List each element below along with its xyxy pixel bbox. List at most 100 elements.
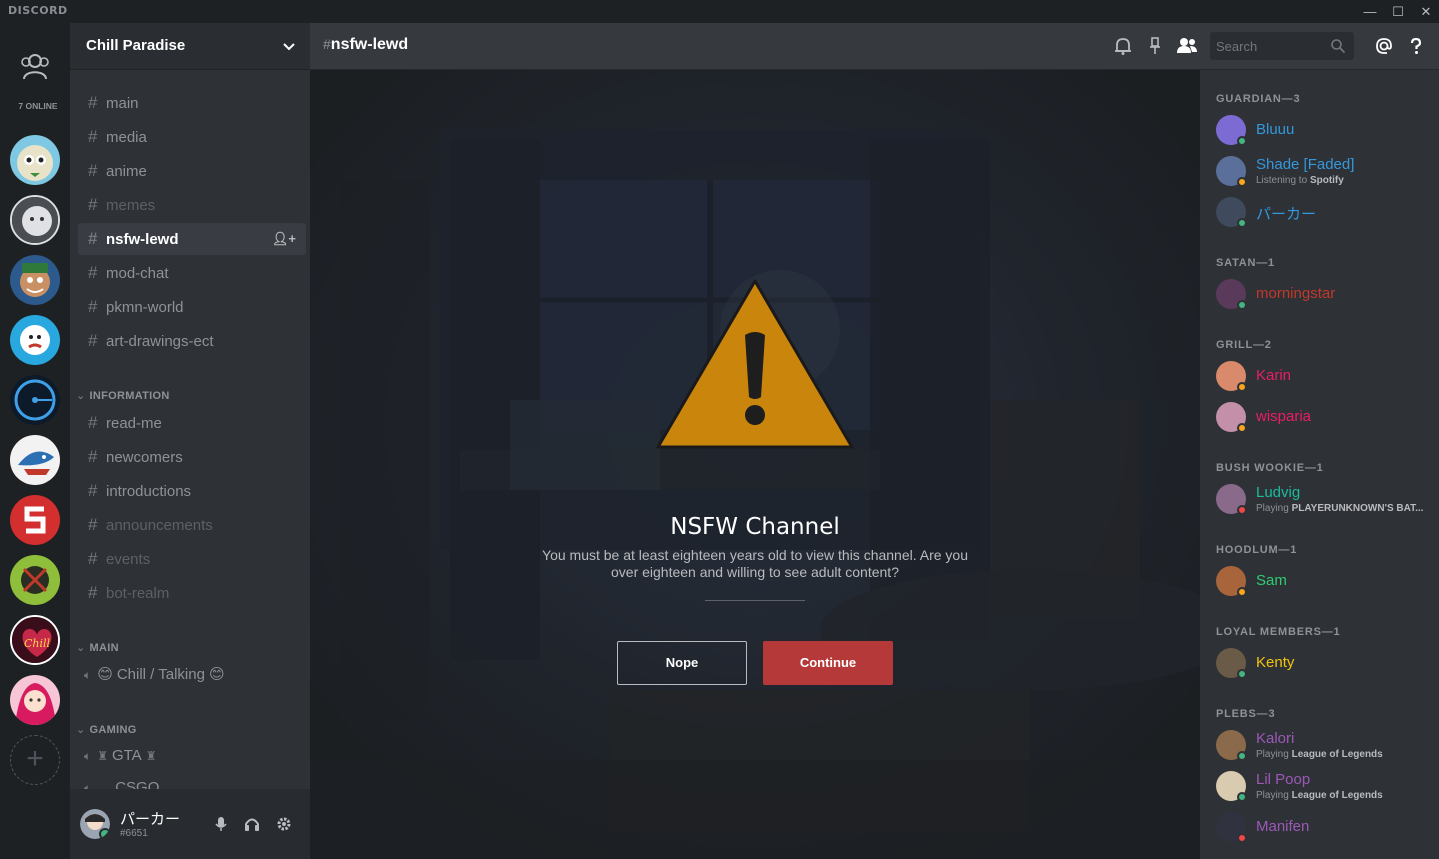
member-item[interactable]: Kalori Playing League of Legends xyxy=(1216,730,1436,766)
channel-memes[interactable]: # memes xyxy=(78,189,306,221)
member-item[interactable]: Bluuu xyxy=(1216,115,1436,151)
server-icon-cartoon[interactable] xyxy=(10,255,60,305)
channel-title: #nsfw-lewd xyxy=(323,36,409,53)
channel-art-drawings-ect[interactable]: # art-drawings-ect xyxy=(78,325,306,357)
member-name: Lil Poop xyxy=(1256,771,1311,788)
friends-button[interactable] xyxy=(17,49,53,85)
server-icon-anime-girl[interactable] xyxy=(10,675,60,725)
speaker-icon: 🔈︎ xyxy=(84,668,92,682)
server-icon-bird[interactable] xyxy=(10,315,60,365)
member-item[interactable]: Sam xyxy=(1216,566,1436,602)
channel-anime[interactable]: # anime xyxy=(78,155,306,187)
chevron-down-icon xyxy=(283,43,295,51)
voice-channel-csgo[interactable]: 🔈︎ CSGO xyxy=(84,779,159,789)
headphones-icon[interactable] xyxy=(243,815,261,833)
server-icon-ghost[interactable] xyxy=(10,195,60,245)
minimize-button[interactable]: — xyxy=(1357,2,1383,22)
nope-button[interactable]: Nope xyxy=(617,641,747,685)
member-item[interactable]: Kenty xyxy=(1216,648,1436,684)
member-category: HOODLUM—1 xyxy=(1216,544,1298,556)
gear-icon[interactable] xyxy=(275,815,293,833)
nsfw-gate: NSFW Channel You must be at least eighte… xyxy=(310,70,1200,859)
maximize-button[interactable]: ☐ xyxy=(1385,2,1411,22)
server-icon-s-logo[interactable] xyxy=(10,495,60,545)
friends-icon xyxy=(21,54,49,80)
user-panel: パーカー #6651 xyxy=(70,789,310,859)
hash-icon: # xyxy=(88,481,98,500)
channel-label: art-drawings-ect xyxy=(106,333,214,350)
member-item[interactable]: Ludvig Playing PLAYERUNKNOWN'S BAT... xyxy=(1216,484,1436,520)
nsfw-title: NSFW Channel xyxy=(670,514,840,540)
discord-window: DISCORD — ☐ ✕ 7 ONLINE Chill + Chill Par… xyxy=(0,0,1439,859)
channel-nsfw-lewd[interactable]: # nsfw-lewd 👤︎+ xyxy=(78,223,306,255)
channel-introductions[interactable]: # introductions xyxy=(78,475,306,507)
channel-label: announcements xyxy=(106,517,213,534)
continue-button[interactable]: Continue xyxy=(763,641,893,685)
member-item[interactable]: Lil Poop Playing League of Legends xyxy=(1216,771,1436,807)
search-input[interactable]: Search xyxy=(1210,32,1354,60)
channel-bot-realm[interactable]: # bot-realm xyxy=(78,577,306,609)
channel-label: main xyxy=(106,95,139,112)
category-information[interactable]: ⌄ INFORMATION xyxy=(76,389,170,402)
channel-label: bot-realm xyxy=(106,585,170,602)
pin-icon[interactable] xyxy=(1145,36,1165,56)
channel-header: #nsfw-lewd Search xyxy=(310,23,1439,70)
invite-icon[interactable]: 👤︎+ xyxy=(272,223,296,255)
add-server-button[interactable]: + xyxy=(10,735,60,785)
channel-media[interactable]: # media xyxy=(78,121,306,153)
member-name: Kenty xyxy=(1256,654,1295,671)
category-gaming[interactable]: ⌄ GAMING xyxy=(76,723,137,736)
close-window-button[interactable]: ✕ xyxy=(1413,2,1439,22)
hash-icon: # xyxy=(88,413,98,432)
member-name: wisparia xyxy=(1256,408,1312,425)
channel-label: events xyxy=(106,551,151,568)
microphone-icon[interactable] xyxy=(212,815,230,833)
title-bar: DISCORD — ☐ ✕ xyxy=(0,0,1439,23)
channel-mod-chat[interactable]: # mod-chat xyxy=(78,257,306,289)
member-item[interactable]: wisparia xyxy=(1216,402,1436,438)
channel-sidebar: Chill Paradise # main # media # anime # memes # n… xyxy=(70,23,310,859)
divider xyxy=(705,600,805,601)
background-dim xyxy=(310,70,1200,859)
channel-label: nsfw-lewd xyxy=(106,231,179,248)
channel-main[interactable]: # main xyxy=(78,87,306,119)
member-item[interactable]: パーカー xyxy=(1216,197,1436,233)
channel-read-me[interactable]: # read-me xyxy=(78,407,306,439)
member-item[interactable]: Shade [Faded] Listening to Spotify xyxy=(1216,156,1436,192)
avatar[interactable] xyxy=(80,809,110,839)
category-main[interactable]: ⌄ MAIN xyxy=(76,641,119,654)
status-online-icon xyxy=(1237,792,1247,802)
member-item[interactable]: Karin xyxy=(1216,361,1436,397)
lock-icon: ♜ xyxy=(97,749,108,763)
status-dnd-icon xyxy=(1237,505,1247,515)
notification-bell-icon[interactable] xyxy=(1113,36,1133,56)
emoji-icon: 😊 xyxy=(208,666,225,683)
server-icon-shark[interactable] xyxy=(10,435,60,485)
warning-icon xyxy=(656,279,854,449)
server-icon-rowlet[interactable] xyxy=(10,135,60,185)
help-icon[interactable] xyxy=(1406,36,1426,56)
channel-events[interactable]: # events xyxy=(78,543,306,575)
server-header[interactable]: Chill Paradise xyxy=(70,23,310,70)
channel-pkmn-world[interactable]: # pkmn-world xyxy=(78,291,306,323)
server-icon-circle[interactable] xyxy=(10,375,60,425)
channel-newcomers[interactable]: # newcomers xyxy=(78,441,306,473)
server-icon-chill-paradise[interactable]: Chill xyxy=(10,615,60,665)
mentions-icon[interactable] xyxy=(1374,36,1394,56)
server-icon-green[interactable] xyxy=(10,555,60,605)
member-item[interactable]: morningstar xyxy=(1216,279,1436,315)
member-category: SATAN—1 xyxy=(1216,257,1275,269)
status-dnd-icon xyxy=(1237,833,1247,843)
lock-icon: ♜ xyxy=(145,749,157,763)
member-category: BUSH WOOKIE—1 xyxy=(1216,462,1324,474)
member-category: LOYAL MEMBERS—1 xyxy=(1216,626,1341,638)
voice-channel-gta[interactable]: 🔈︎ ♜ GTA ♜ xyxy=(84,747,156,764)
nsfw-channel-icon: # xyxy=(323,36,331,52)
voice-channel-chill-talking[interactable]: 🔈︎ 😊 Chill / Talking 😊 xyxy=(84,665,225,683)
channel-announcements[interactable]: # announcements xyxy=(78,509,306,541)
svg-text:Chill: Chill xyxy=(24,637,51,650)
member-item[interactable]: Manifen xyxy=(1216,812,1436,848)
channel-label: introductions xyxy=(106,483,192,500)
member-list-icon[interactable] xyxy=(1176,36,1198,56)
server-name: Chill Paradise xyxy=(86,37,186,54)
